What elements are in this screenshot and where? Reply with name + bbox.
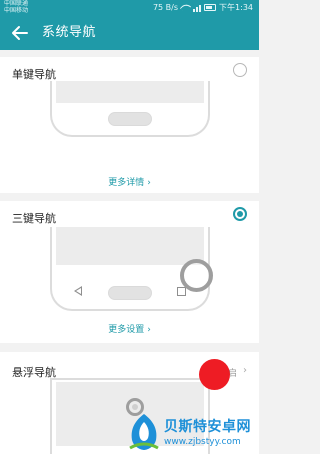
radio-button[interactable] [233,63,247,77]
option-label: 单键导航 [12,68,56,81]
more-details-link[interactable]: 更多详情 › [0,175,259,188]
network-speed: 75 B/s [152,3,179,12]
floating-nav-ring-icon[interactable] [180,259,213,292]
phone-screen [56,81,204,103]
app-header: 中国联通 中国移动 75 B/s 下午1:34 系统导航 [0,0,259,50]
option-single-key[interactable]: 单键导航 更多详情 › [0,57,259,193]
page-title: 系统导航 [42,25,97,40]
wifi-icon [179,1,192,14]
nav-back-icon [74,286,82,296]
watermark-url: www.zjbstyy.com [164,437,241,447]
chevron-right-icon: › [147,325,151,335]
home-pill-icon [108,286,152,300]
watermark-title: 贝斯特安卓网 [164,419,251,435]
link-label: 更多详情 [108,178,145,188]
touch-indicator [199,359,230,390]
watermark-logo-icon [129,414,159,450]
battery-icon [204,4,217,11]
carrier-info: 中国联通 中国移动 [4,0,28,14]
more-settings-link[interactable]: 更多设置 › [0,322,259,335]
nav-recent-icon [177,287,186,296]
phone-screen [56,227,204,265]
chevron-right-icon: › [243,365,247,376]
clock: 下午1:34 [219,3,253,12]
radio-button-selected[interactable] [233,207,247,221]
carrier-line1: 中国联通 [4,0,29,7]
chevron-right-icon: › [147,178,151,188]
signal-icon [193,4,202,12]
home-pill-icon [108,112,152,126]
arrow-left-icon[interactable] [10,23,30,43]
toolbar: 系统导航 [0,16,259,50]
status-bar: 中国联通 中国移动 75 B/s 下午1:34 [0,0,259,14]
link-label: 更多设置 [108,325,145,335]
phone-illustration [50,81,210,137]
carrier-line2: 中国移动 [4,7,29,14]
option-three-key[interactable]: 三键导航 更多设置 › [0,201,259,343]
watermark: 贝斯特安卓网 www.zjbstyy.com [126,410,259,454]
status-icons: 75 B/s 下午1:34 [152,1,253,14]
option-label: 三键导航 [12,212,56,225]
